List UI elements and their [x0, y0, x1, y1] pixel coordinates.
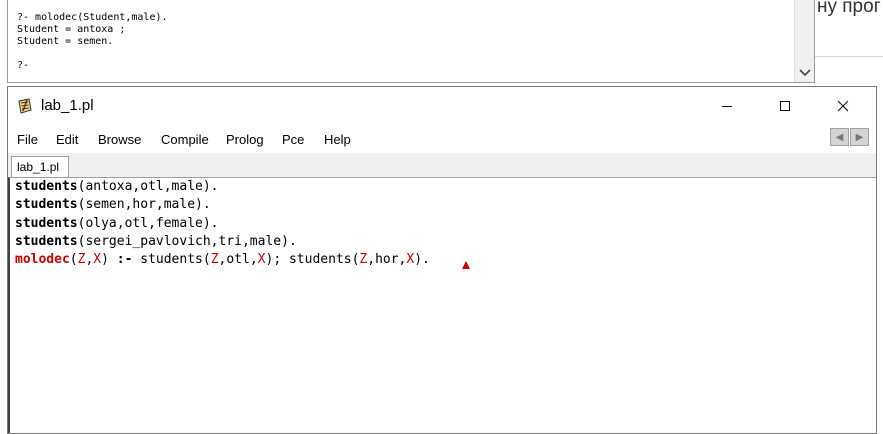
code-token: ). — [414, 252, 430, 268]
maximize-button[interactable] — [756, 87, 814, 125]
code-line: students(sergei_pavlovich,tri,male). — [15, 233, 430, 251]
menu-compile[interactable]: Compile — [161, 132, 209, 147]
code-token-head: molodec — [15, 252, 70, 268]
console-output[interactable]: ?- molodec(Student,male). Student = antox… — [17, 12, 168, 72]
menu-file[interactable]: File — [17, 132, 38, 147]
console-line: Student = semen. — [17, 36, 114, 47]
title-bar[interactable]: lab_1.pl — [8, 87, 876, 125]
code-token: students( — [132, 252, 211, 268]
code-token-pred: students — [15, 179, 78, 194]
error-marker-icon — [462, 261, 470, 269]
code-token-var: Z — [210, 252, 219, 268]
window-title: lab_1.pl — [41, 97, 94, 114]
code-token: (semen,hor,male). — [77, 197, 211, 213]
tab-lab-1[interactable]: lab_1.pl — [11, 156, 69, 177]
code-token-pred: students — [15, 197, 78, 213]
navigation-buttons: ◀ ▶ — [830, 128, 870, 148]
code-token-var: X — [257, 252, 266, 268]
code-token: (olya,otl,female). — [77, 215, 219, 231]
back-arrow-icon[interactable]: ◀ — [830, 128, 849, 146]
code-token: (antoxa,otl,male). — [77, 179, 219, 194]
code-line: students(olya,otl,female). — [15, 215, 430, 233]
swi-prolog-icon — [17, 98, 33, 114]
console-line: ?- — [17, 60, 30, 71]
code-token: ); students( — [265, 252, 360, 268]
prolog-console-window[interactable]: ?- molodec(Student,male). Student = antox… — [7, 0, 815, 83]
code-line: molodec(Z,X) :- students(Z,otl,X); stude… — [15, 251, 430, 269]
code-token-op: :- — [116, 252, 133, 268]
close-button[interactable] — [814, 87, 872, 125]
code-token: ,hor, — [367, 252, 407, 268]
code-token-pred: students — [15, 215, 78, 231]
console-line: Student = antoxa ; — [17, 24, 126, 35]
console-scrollbar[interactable] — [794, 0, 814, 82]
menu-help[interactable]: Help — [324, 132, 351, 147]
code-editor[interactable]: students(antoxa,otl,male). students(semen… — [8, 177, 876, 433]
menu-edit[interactable]: Edit — [56, 132, 78, 147]
code-token-var: X — [93, 252, 102, 268]
chevron-down-icon[interactable] — [795, 65, 814, 81]
menu-browse[interactable]: Browse — [98, 132, 141, 147]
code-token-pred: students — [15, 233, 78, 249]
code-line: students(semen,hor,male). — [15, 196, 430, 214]
source-code[interactable]: students(antoxa,otl,male). students(semen… — [15, 178, 430, 269]
code-token: (sergei_pavlovich,tri,male). — [77, 233, 297, 249]
code-line: students(antoxa,otl,male). — [15, 178, 430, 196]
code-token: ) — [101, 252, 117, 268]
minimize-button[interactable] — [698, 87, 756, 125]
editor-window: lab_1.pl File Edit Browse Compile Prolog… — [7, 86, 877, 434]
menu-pce[interactable]: Pce — [282, 132, 304, 147]
background-divider — [815, 56, 883, 57]
tab-strip: lab_1.pl — [8, 153, 876, 177]
code-token: ( — [69, 252, 78, 268]
forward-arrow-icon[interactable]: ▶ — [850, 128, 869, 146]
code-token: ,otl, — [218, 252, 258, 268]
console-line: ?- molodec(Student,male). — [17, 12, 168, 23]
menu-prolog[interactable]: Prolog — [226, 132, 264, 147]
background-text: ну прог — [817, 0, 881, 17]
menu-bar: File Edit Browse Compile Prolog Pce Help — [8, 125, 876, 153]
